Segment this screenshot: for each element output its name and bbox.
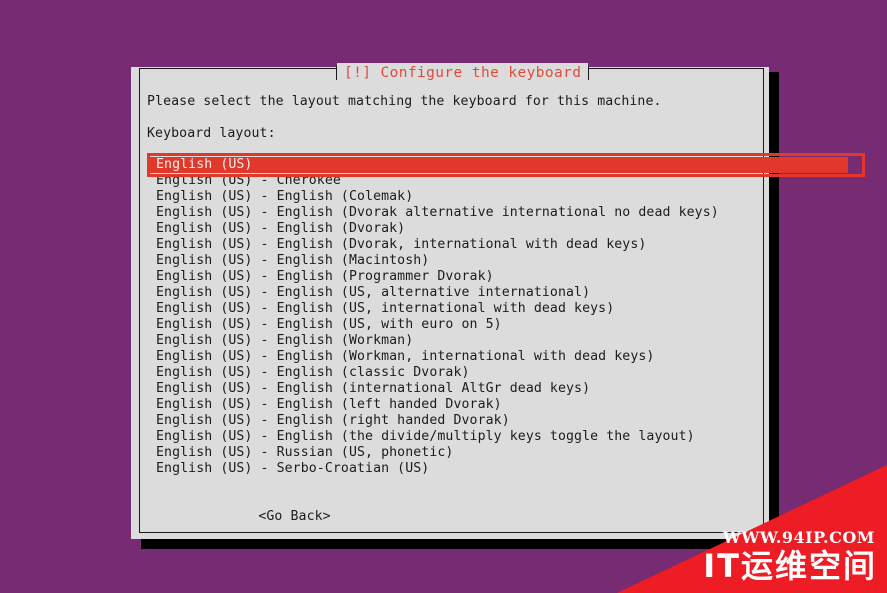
- list-item[interactable]: English (US) - English (Dvorak): [147, 221, 757, 237]
- title-gap: [!] Configure the keyboard: [337, 63, 589, 83]
- screen-root: [!] Configure the keyboard Please select…: [0, 0, 887, 593]
- list-item[interactable]: English (US): [147, 157, 848, 173]
- list-item[interactable]: English (US) - English (US, alternative …: [147, 285, 757, 301]
- dialog-title-bar: [!] Configure the keyboard: [336, 62, 590, 84]
- list-item[interactable]: English (US) - Cherokee: [147, 173, 757, 189]
- list-item[interactable]: English (US) - English (international Al…: [147, 381, 757, 397]
- list-item[interactable]: English (US) - English (Workman): [147, 333, 757, 349]
- list-item[interactable]: English (US) - Russian (US, phonetic): [147, 445, 757, 461]
- list-item[interactable]: English (US) - English (Colemak): [147, 189, 757, 205]
- list-item[interactable]: English (US) - Serbo-Croatian (US): [147, 461, 757, 477]
- list-item[interactable]: English (US) - English (classic Dvorak): [147, 365, 757, 381]
- list-item[interactable]: English (US) - English (US, with euro on…: [147, 317, 757, 333]
- title-right-tick: [588, 66, 590, 80]
- instruction-text: Please select the layout matching the ke…: [147, 94, 662, 109]
- list-item[interactable]: English (US) - English (Programmer Dvora…: [147, 269, 757, 285]
- list-item[interactable]: English (US) - English (the divide/multi…: [147, 429, 757, 445]
- list-item[interactable]: English (US) - English (left handed Dvor…: [147, 397, 757, 413]
- list-item[interactable]: English (US) - English (Macintosh): [147, 253, 757, 269]
- configure-keyboard-dialog: [!] Configure the keyboard Please select…: [131, 62, 865, 539]
- go-back-button[interactable]: <Go Back>: [258, 509, 330, 524]
- dialog-body: Please select the layout matching the ke…: [147, 94, 865, 529]
- list-item[interactable]: English (US) - English (Workman, interna…: [147, 349, 757, 365]
- list-item[interactable]: English (US) - English (Dvorak alternati…: [147, 205, 757, 221]
- go-back-button-row: <Go Back>: [147, 493, 757, 524]
- page-title: [!] Configure the keyboard: [344, 65, 582, 81]
- keyboard-layout-label: Keyboard layout:: [147, 126, 276, 141]
- list-item[interactable]: English (US) - English (US, internationa…: [147, 301, 757, 317]
- list-item[interactable]: English (US) - English (Dvorak, internat…: [147, 237, 757, 253]
- keyboard-layout-list[interactable]: English (US) English (US) - Cherokee Engli…: [147, 153, 865, 477]
- list-item[interactable]: English (US) - English (right handed Dvo…: [147, 413, 757, 429]
